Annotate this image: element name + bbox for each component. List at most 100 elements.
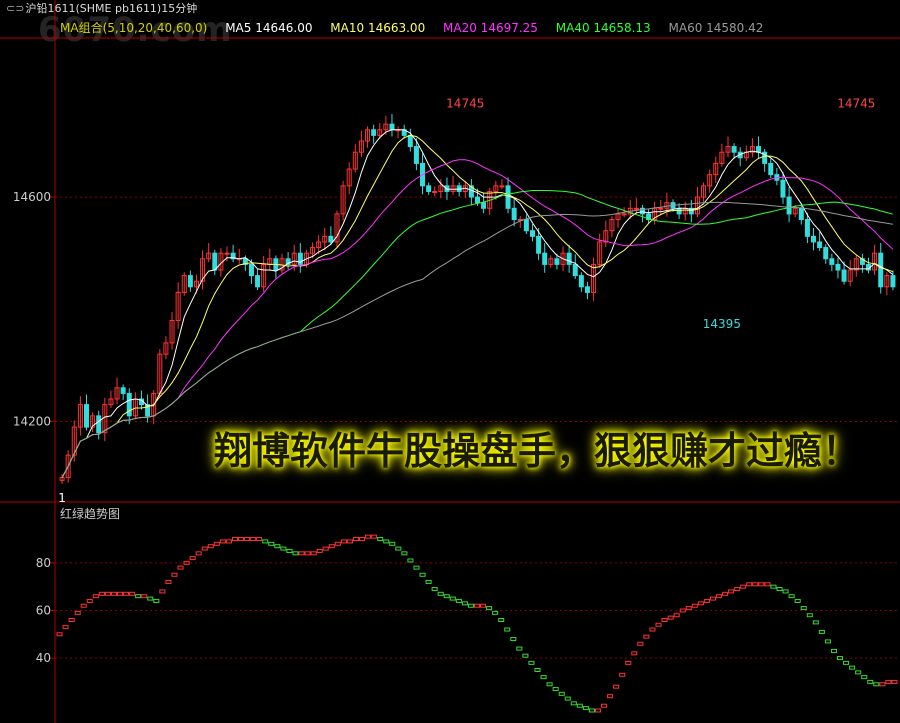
trend-step: [62, 625, 69, 630]
trend-step: [770, 584, 777, 589]
trend-step: [213, 541, 220, 546]
trend-step: [824, 639, 831, 644]
trend-step: [867, 679, 874, 684]
candle-body: [499, 185, 505, 188]
trend-step: [431, 587, 438, 592]
trend-step: [492, 610, 499, 615]
trend-step: [528, 660, 535, 665]
trend-step: [582, 706, 589, 711]
trend-step: [467, 603, 474, 608]
trend-step: [292, 551, 299, 556]
trend-step: [268, 541, 275, 546]
trend-step: [764, 582, 771, 587]
candle-body: [841, 269, 847, 282]
candle-body: [523, 219, 529, 232]
trend-step: [806, 613, 813, 618]
trend-step: [231, 537, 239, 542]
trend-step: [395, 546, 402, 551]
trend-step: [740, 584, 747, 589]
trend-step: [540, 675, 547, 680]
trend-step: [419, 572, 426, 577]
candle-body: [566, 252, 572, 265]
trend-step: [643, 634, 650, 639]
trend-step: [401, 551, 408, 556]
candle-body: [475, 196, 480, 204]
trend-step: [855, 670, 862, 675]
trend-step: [189, 556, 196, 561]
trend-step: [649, 627, 656, 632]
trend-step: [625, 660, 632, 665]
trend-step: [655, 622, 662, 627]
trend-step: [601, 703, 608, 708]
candle-body: [126, 392, 132, 417]
trend-step: [56, 632, 63, 637]
trend-step: [709, 596, 716, 601]
trend-step: [879, 682, 886, 687]
trend-step: [377, 537, 384, 542]
indicator-title: 红绿趋势图: [60, 507, 121, 521]
trend-step: [316, 548, 323, 553]
trend-step: [129, 591, 136, 596]
trend-step: [473, 603, 481, 608]
trend-step: [667, 615, 674, 620]
trend-step: [195, 551, 202, 556]
candle-body: [83, 404, 89, 428]
candle-body: [731, 146, 737, 153]
chart-canvas[interactable]: 1460014200147451474514395143201806040: [0, 0, 900, 723]
trend-step: [534, 668, 541, 672]
indicator-y-tick-label: 60: [36, 603, 51, 617]
candle-body: [621, 213, 627, 216]
trend-step: [752, 582, 759, 587]
candle-body: [371, 129, 377, 136]
trend-step: [413, 565, 420, 570]
trend-step: [715, 594, 723, 599]
candle-body: [780, 179, 786, 198]
indicator-y-tick-label: 40: [36, 651, 51, 665]
promo-overlay-text: 翔博软件牛股操盘手，狠狠赚才过瘾！: [213, 428, 860, 473]
trend-step: [697, 601, 704, 606]
candle-body: [768, 162, 774, 176]
candle-body: [224, 252, 230, 255]
trend-step: [359, 537, 366, 542]
trend-step: [685, 606, 692, 611]
candle-body: [658, 207, 664, 210]
candle-body: [120, 387, 126, 394]
trend-step: [383, 539, 390, 544]
trend-step: [594, 708, 602, 713]
trend-step: [588, 708, 595, 713]
trend-step: [703, 598, 710, 603]
trend-step: [776, 587, 783, 592]
trend-step: [407, 558, 414, 563]
candle-body: [187, 275, 193, 288]
trend-step: [818, 629, 825, 634]
trend-step: [613, 684, 620, 689]
price-annotation: 14745: [837, 97, 875, 111]
trend-step: [546, 682, 553, 687]
candle-body: [529, 230, 535, 237]
trend-step: [516, 646, 523, 651]
trend-step: [244, 537, 251, 542]
candle-body: [798, 207, 804, 221]
candle-body: [554, 258, 560, 265]
candle-body: [432, 190, 438, 193]
candle-body: [829, 258, 835, 265]
candle-body: [481, 202, 487, 209]
trend-step: [782, 589, 789, 594]
trend-step: [449, 596, 456, 601]
trend-step: [722, 591, 729, 596]
candle-body: [676, 207, 682, 215]
candle-body: [823, 247, 829, 260]
candle-body: [878, 252, 884, 288]
candle-body: [328, 235, 334, 243]
trend-step: [389, 541, 396, 546]
candle-body: [248, 263, 254, 277]
trend-step: [437, 591, 444, 596]
trend-step: [68, 618, 75, 622]
trend-step: [861, 675, 868, 680]
trend-step: [80, 603, 87, 608]
trend-step: [207, 544, 214, 549]
trend-step: [728, 589, 735, 594]
candle-body: [511, 207, 517, 221]
trend-step: [746, 582, 753, 587]
candle-body: [542, 252, 548, 265]
